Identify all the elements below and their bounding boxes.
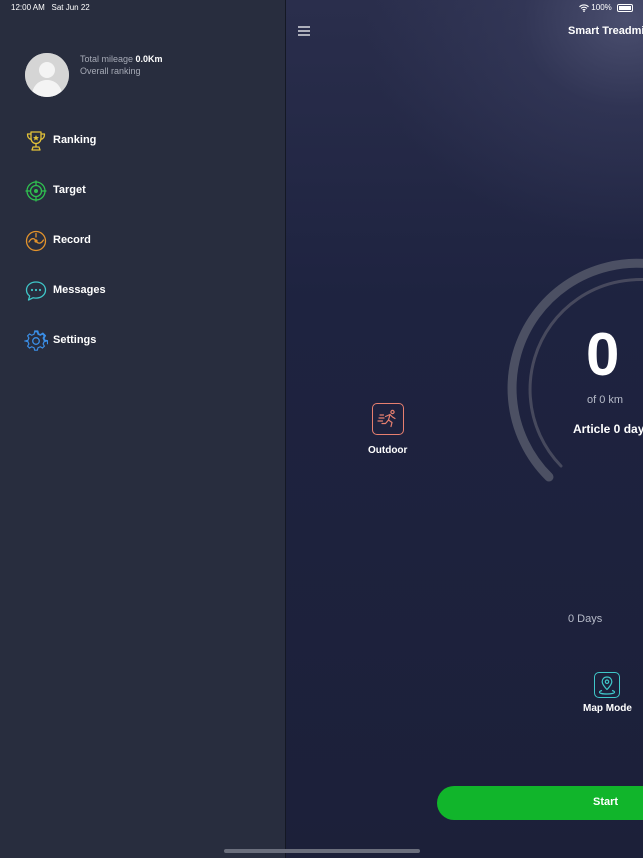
running-icon <box>377 409 396 428</box>
user-silhouette-icon <box>25 53 69 97</box>
total-mileage-value: 0.0Km <box>135 54 163 64</box>
main-panel: 100% Smart Treadmil Outdoor 0 of 0 km Ar… <box>286 0 643 858</box>
hamburger-menu-icon[interactable] <box>298 26 310 36</box>
outdoor-mode-label: Outdoor <box>368 445 408 456</box>
days-count: 0 Days <box>568 613 603 625</box>
battery-icon <box>617 3 633 12</box>
gear-icon <box>24 330 48 351</box>
page-title: Smart Treadmil <box>568 25 643 37</box>
sidebar-item-record[interactable]: Record <box>24 229 264 253</box>
target-icon <box>25 180 47 202</box>
distance-caption: of 0 km <box>587 394 624 406</box>
side-menu: 12:00 AM Sat Jun 22 Total mileage 0.0Km … <box>0 0 285 858</box>
total-mileage-label: Total mileage <box>80 54 134 64</box>
start-button-label: Start <box>593 796 619 808</box>
sidebar-item-messages[interactable]: Messages <box>24 279 264 303</box>
sidebar-item-settings[interactable]: Settings <box>24 329 264 353</box>
sidebar-item-target[interactable]: Target <box>24 179 264 203</box>
article-days: Article 0 day <box>573 422 643 436</box>
status-date: Sat Jun 22 <box>51 3 90 12</box>
status-clock: 12:00 AM <box>11 3 45 12</box>
sidebar-item-settings-label: Settings <box>53 334 97 346</box>
status-time: 12:00 AM Sat Jun 22 <box>11 3 90 12</box>
distance-value: 0 <box>586 321 620 388</box>
map-pin-icon <box>598 676 616 695</box>
home-indicator[interactable] <box>224 849 420 853</box>
wifi-icon <box>579 4 589 12</box>
map-mode-button[interactable] <box>594 672 620 698</box>
sidebar-item-target-label: Target <box>53 184 86 196</box>
battery-percent: 100% <box>591 3 612 12</box>
status-indicators: 100% <box>579 3 633 12</box>
record-icon <box>25 230 47 252</box>
sidebar-item-messages-label: Messages <box>53 284 106 296</box>
messages-icon <box>25 281 47 301</box>
start-button[interactable]: Start <box>437 786 643 820</box>
trophy-icon <box>26 131 46 151</box>
total-mileage: Total mileage 0.0Km <box>80 54 163 64</box>
map-mode-label: Map Mode <box>583 703 632 714</box>
outdoor-mode-button[interactable] <box>372 403 404 435</box>
overall-ranking: Overall ranking <box>80 66 141 76</box>
sidebar-item-ranking-label: Ranking <box>53 134 97 146</box>
sidebar-item-record-label: Record <box>53 234 91 246</box>
avatar[interactable] <box>25 53 69 97</box>
sidebar-item-ranking[interactable]: Ranking <box>24 129 264 153</box>
